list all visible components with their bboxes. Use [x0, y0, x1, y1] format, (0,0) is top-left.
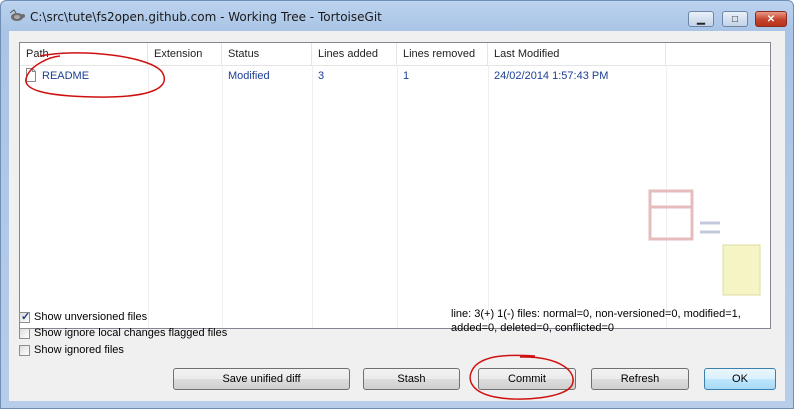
- window-title: C:\src\tute\fs2open.github.com - Working…: [30, 10, 382, 24]
- checkbox-label: Show unversioned files: [34, 311, 148, 323]
- column-header-lines-removed[interactable]: Lines removed: [397, 43, 488, 65]
- cell-status: Modified: [228, 70, 270, 82]
- maximize-icon: □: [731, 13, 739, 25]
- title-bar[interactable]: C:\src\tute\fs2open.github.com - Working…: [1, 1, 793, 31]
- column-header-path[interactable]: Path: [20, 43, 148, 65]
- status-summary: line: 3(+) 1(-) files: normal=0, non-ver…: [451, 307, 771, 335]
- checkbox-box[interactable]: [19, 328, 30, 339]
- minimize-button[interactable]: ▁: [688, 11, 714, 27]
- cell-extension: [148, 66, 222, 86]
- checkbox-label: Show ignored files: [34, 344, 124, 356]
- column-divider: [312, 65, 313, 328]
- checkbox-box[interactable]: ✓: [19, 311, 31, 323]
- cell-path: README: [42, 70, 90, 82]
- check-icon: ✓: [21, 311, 31, 323]
- column-header-status[interactable]: Status: [222, 43, 312, 65]
- cell-lines-added: 3: [318, 70, 325, 82]
- column-header-extension[interactable]: Extension: [148, 43, 222, 65]
- minimize-icon: ▁: [697, 13, 705, 25]
- file-icon: [26, 68, 36, 82]
- status-overlay-icon: [648, 189, 761, 296]
- column-divider: [397, 65, 398, 328]
- refresh-button[interactable]: Refresh: [591, 368, 689, 390]
- status-line-1: line: 3(+) 1(-) files: normal=0, non-ver…: [451, 308, 741, 320]
- checkbox-box[interactable]: [19, 345, 30, 356]
- ok-button[interactable]: OK: [704, 368, 776, 390]
- maximize-button[interactable]: □: [722, 11, 748, 27]
- column-divider: [222, 65, 223, 328]
- column-header-last-modified[interactable]: Last Modified: [488, 43, 666, 65]
- tortoisegit-icon: [9, 9, 25, 21]
- list-header: Path Extension Status Lines added Lines …: [20, 43, 770, 66]
- close-button[interactable]: ✕: [755, 11, 787, 27]
- save-unified-diff-button[interactable]: Save unified diff: [173, 368, 350, 390]
- column-divider: [488, 65, 489, 328]
- cell-last-modified: 24/02/2014 1:57:43 PM: [494, 70, 609, 82]
- column-divider: [148, 65, 149, 328]
- column-header-lines-added[interactable]: Lines added: [312, 43, 397, 65]
- commit-button[interactable]: Commit: [478, 368, 576, 390]
- main-window: C:\src\tute\fs2open.github.com - Working…: [0, 0, 794, 409]
- stash-button[interactable]: Stash: [363, 368, 460, 390]
- dialog-client-area: Path Extension Status Lines added Lines …: [9, 31, 785, 401]
- cell-lines-removed: 1: [403, 70, 410, 82]
- checkbox-label: Show ignore local changes flagged files: [34, 327, 228, 339]
- close-icon: ✕: [766, 13, 776, 25]
- status-line-2: added=0, deleted=0, conflicted=0: [451, 322, 614, 334]
- file-list[interactable]: Path Extension Status Lines added Lines …: [19, 42, 771, 329]
- list-item[interactable]: README Modified 3 1 24/02/2014 1:57:43 P…: [20, 66, 770, 86]
